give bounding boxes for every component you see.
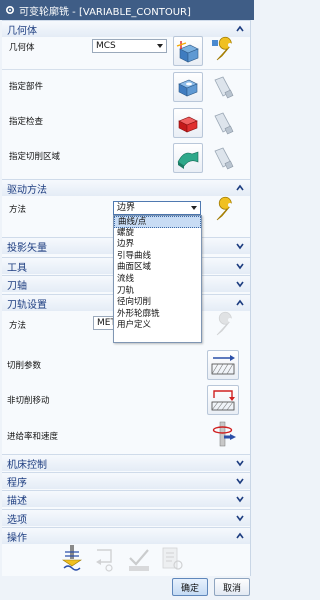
dropdown-option-radial-cut[interactable]: 径向切削 xyxy=(114,297,201,309)
verify-button[interactable] xyxy=(125,544,153,574)
non-cut-moves-button[interactable] xyxy=(207,385,239,415)
drive-method-dropdown[interactable]: 曲线/点 螺旋 边界 引导曲线 曲面区域 流线 刀轨 径向切削 外形轮廓铣 用户… xyxy=(113,215,202,343)
drive-method-icon xyxy=(216,196,232,221)
feeds-speeds-label: 进给率和速度 xyxy=(7,432,59,442)
generate-icon xyxy=(62,545,82,571)
display-cut-area-button[interactable] xyxy=(209,143,239,173)
divider xyxy=(2,69,250,70)
dropdown-option-boundary[interactable]: 边界 xyxy=(114,239,201,251)
chevron-down-icon[interactable] xyxy=(235,494,245,504)
specify-part-button[interactable] xyxy=(173,72,203,102)
cancel-button-label: 取消 xyxy=(222,583,241,594)
title-bar: 可变轮廓铣 - [VARIABLE_CONTOUR] xyxy=(0,0,254,20)
feeds-speeds-icon xyxy=(212,421,236,447)
section-tool-axis-title: 刀轴 xyxy=(7,280,27,292)
non-cut-moves-label: 非切削移动 xyxy=(7,396,50,406)
drive-method-select[interactable]: 边界 xyxy=(113,201,201,215)
specify-check-label: 指定检查 xyxy=(9,117,44,127)
section-options[interactable]: 选项 xyxy=(2,509,250,526)
geometry-label: 几何体 xyxy=(9,43,35,53)
cut-params-label: 切削参数 xyxy=(7,361,42,371)
section-actions[interactable]: 操作 xyxy=(2,527,250,544)
display-check-button[interactable] xyxy=(209,108,239,138)
list-button[interactable] xyxy=(158,544,186,574)
toolpath-method-select[interactable]: MET xyxy=(93,316,116,330)
section-projection-title: 投影矢量 xyxy=(7,242,47,254)
flashlight-icon xyxy=(214,112,234,135)
chevron-down-icon[interactable] xyxy=(235,279,245,289)
geometry-select-value: MCS xyxy=(96,41,116,51)
dropdown-option-user-defined[interactable]: 用户定义 xyxy=(114,320,201,332)
drive-method-select-value: 边界 xyxy=(117,203,136,213)
section-options-title: 选项 xyxy=(7,514,27,526)
section-description-title: 描述 xyxy=(7,495,27,507)
geometry-select[interactable]: MCS xyxy=(92,39,167,53)
section-geometry-title: 几何体 xyxy=(7,25,37,37)
dialog-panel: 几何体 几何体 MCS 指定部件 指定检查 指定切削区域 驱动方法 方法 边界 … xyxy=(2,20,251,576)
chevron-up-icon[interactable] xyxy=(235,183,245,193)
flashlight-icon xyxy=(214,76,234,99)
chevron-down-icon xyxy=(157,44,163,48)
edit-method-button[interactable] xyxy=(209,311,239,341)
dropdown-option-streamline[interactable]: 流线 xyxy=(114,274,201,286)
chevron-up-icon[interactable] xyxy=(235,24,245,34)
ok-button-label: 确定 xyxy=(180,583,199,594)
chevron-down-icon[interactable] xyxy=(235,476,245,486)
replay-icon xyxy=(96,549,113,572)
feeds-speeds-button[interactable] xyxy=(208,420,238,450)
section-toolpath-settings-title: 刀轨设置 xyxy=(7,299,47,311)
section-machine-control-title: 机床控制 xyxy=(7,459,47,471)
part-icon xyxy=(178,79,198,97)
section-machine-control[interactable]: 机床控制 xyxy=(2,454,250,471)
section-description[interactable]: 描述 xyxy=(2,490,250,507)
ok-button[interactable]: 确定 xyxy=(172,578,208,596)
replay-button[interactable] xyxy=(92,544,118,574)
wrench-icon xyxy=(212,36,232,61)
section-actions-title: 操作 xyxy=(7,532,27,544)
mcs-button[interactable] xyxy=(173,36,203,66)
dropdown-option-tool-path[interactable]: 刀轨 xyxy=(114,286,201,298)
edit-drive-method-button[interactable] xyxy=(209,196,239,226)
chevron-up-icon[interactable] xyxy=(235,298,245,308)
dropdown-option-surface-area[interactable]: 曲面区域 xyxy=(114,262,201,274)
section-program[interactable]: 程序 xyxy=(2,472,250,489)
section-drive-method-title: 驱动方法 xyxy=(7,184,47,196)
section-tool-title: 工具 xyxy=(7,262,27,274)
specify-cut-area-label: 指定切削区域 xyxy=(9,152,61,162)
chevron-down-icon xyxy=(191,206,197,210)
chevron-up-icon[interactable] xyxy=(235,531,245,541)
drive-method-label: 方法 xyxy=(9,205,27,215)
flashlight-icon xyxy=(214,147,234,170)
chevron-down-icon[interactable] xyxy=(235,261,245,271)
cut-params-icon xyxy=(211,355,235,375)
chevron-down-icon[interactable] xyxy=(235,513,245,523)
section-drive-method[interactable]: 驱动方法 xyxy=(2,179,250,196)
specify-part-label: 指定部件 xyxy=(9,82,44,92)
window-title: 可变轮廓铣 - [VARIABLE_CONTOUR] xyxy=(19,6,191,18)
specify-cut-area-button[interactable] xyxy=(173,143,203,173)
edit-geometry-button[interactable] xyxy=(209,36,239,66)
verify-icon xyxy=(129,549,149,571)
chevron-down-icon[interactable] xyxy=(235,458,245,468)
cut-area-icon xyxy=(177,151,199,169)
dropdown-option-curve-point[interactable]: 曲线/点 xyxy=(114,216,201,228)
specify-check-button[interactable] xyxy=(173,108,203,138)
gear-icon xyxy=(5,5,15,15)
mcs-icon xyxy=(176,41,199,63)
dropdown-option-profile-milling[interactable]: 外形轮廓铣 xyxy=(114,309,201,321)
section-program-title: 程序 xyxy=(7,477,27,489)
display-part-button[interactable] xyxy=(209,72,239,102)
generate-button[interactable] xyxy=(59,544,85,574)
section-geometry[interactable]: 几何体 xyxy=(2,20,250,37)
wrench-icon xyxy=(216,311,232,336)
cut-params-button[interactable] xyxy=(207,350,239,380)
non-cut-moves-icon xyxy=(211,390,235,411)
dropdown-option-spiral[interactable]: 螺旋 xyxy=(114,228,201,240)
dropdown-option-guide-curve[interactable]: 引导曲线 xyxy=(114,251,201,263)
toolpath-method-label: 方法 xyxy=(9,321,27,331)
cancel-button[interactable]: 取消 xyxy=(214,578,250,596)
list-icon xyxy=(162,547,183,570)
check-icon xyxy=(178,116,198,133)
chevron-down-icon[interactable] xyxy=(235,241,245,251)
